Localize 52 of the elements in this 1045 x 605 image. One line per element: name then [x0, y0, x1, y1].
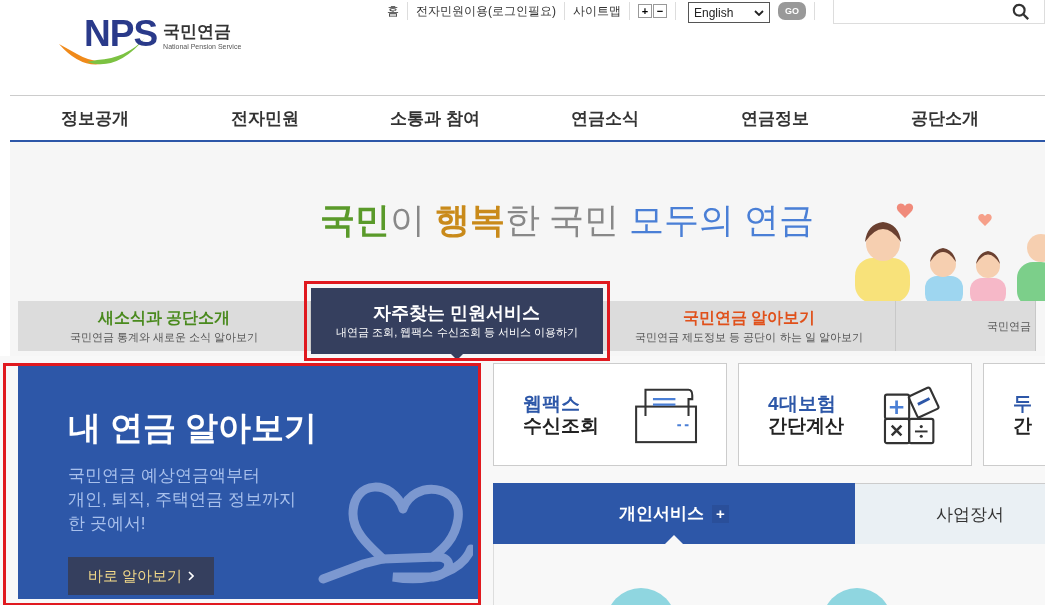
slogan-text: 모두의 연금 [629, 200, 814, 239]
tab[interactable]: 국민연금 알아보기 국민연금 제도정보 등 공단이 하는 일 알아보기 [603, 301, 896, 351]
chevron-down-icon [754, 9, 764, 16]
tab-subtitle: 국민연금 통계와 새로운 소식 알아보기 [69, 330, 259, 345]
font-size-button[interactable]: − [653, 4, 667, 18]
pointer-icon [665, 535, 683, 544]
expand-button[interactable]: + [712, 504, 729, 523]
utility-link[interactable]: 사이트맵 [573, 2, 621, 20]
tab-label: 사업장서 [936, 503, 1004, 526]
logo-name: 국민연금 [163, 22, 233, 42]
tab-title: 국민연금 알아보기 [682, 308, 816, 328]
tab-title: 자주찾는 민원서비스 [373, 302, 541, 324]
nav-item[interactable]: 연금소식 [520, 106, 690, 130]
tab-label: 개인서비스 [619, 503, 705, 525]
tab[interactable]: 새소식과 공단소개 국민연금 통계와 새로운 소식 알아보기 [18, 301, 311, 351]
chevron-right-icon [188, 571, 195, 581]
nav-item[interactable]: 소통과 참여 [350, 106, 520, 130]
tab-subtitle: 내연금 조회, 웹팩스 수신조회 등 서비스 이용하기 [336, 325, 578, 340]
tab[interactable]: 국민연금 [896, 301, 1036, 351]
logo-mark[interactable]: NPS [84, 14, 158, 54]
tab-title: 새소식과 공단소개 [97, 308, 231, 328]
language-select[interactable]: English [688, 2, 770, 23]
service-subtitle: 수신조회 [523, 414, 599, 437]
service-subtitle: 간 [1013, 414, 1032, 437]
service-subtitle: 간단계산 [768, 414, 844, 437]
service-title: 웹팩스 [523, 392, 581, 415]
tab-subtitle: 국민연금 제도정보 등 공단이 하는 일 알아보기 [635, 330, 863, 345]
tab-subtitle: 국민연금 [987, 319, 1031, 334]
slogan-text: 이 [390, 200, 426, 239]
nav-item[interactable]: 전자민원 [180, 106, 350, 130]
slogan-text: 행복 [434, 200, 505, 239]
service-card[interactable]: 웹팩스 수신조회 [493, 363, 727, 466]
feature-title: 내 연금 알아보기 [68, 408, 318, 448]
service-title: 두 [1013, 392, 1032, 415]
font-size-button[interactable]: + [638, 4, 652, 18]
tab[interactable]: 개인서비스 + [493, 483, 855, 544]
nav-item[interactable]: 연금정보 [690, 106, 860, 130]
learn-more-button[interactable]: 바로 알아보기 [68, 557, 215, 595]
tab[interactable]: 자주찾는 민원서비스 내연금 조회, 웹팩스 수신조회 등 서비스 이용하기 [311, 288, 603, 354]
service-card[interactable]: 4대보험 간단계산 [738, 363, 972, 466]
utility-link[interactable]: 홈 [387, 2, 399, 20]
utility-link[interactable]: 전자민원이용(로그인필요) [416, 2, 556, 20]
service-title: 4대보험 [768, 392, 837, 415]
search-field[interactable] [833, 0, 1045, 24]
service-card[interactable]: 두 간 [983, 363, 1045, 466]
slogan-text: 한 국민 [504, 200, 621, 239]
nav-item[interactable]: 공단소개 [860, 106, 1030, 130]
nav-item[interactable]: 정보공개 [10, 106, 180, 130]
search-icon[interactable] [1012, 2, 1030, 21]
feature-description: 국민연금 예상연금액부터 개인, 퇴직, 주택연금 정보까지 한 곳에서! [68, 465, 296, 535]
tab[interactable]: 사업장서 [855, 483, 1045, 544]
slogan-text: 국민 [320, 200, 390, 239]
